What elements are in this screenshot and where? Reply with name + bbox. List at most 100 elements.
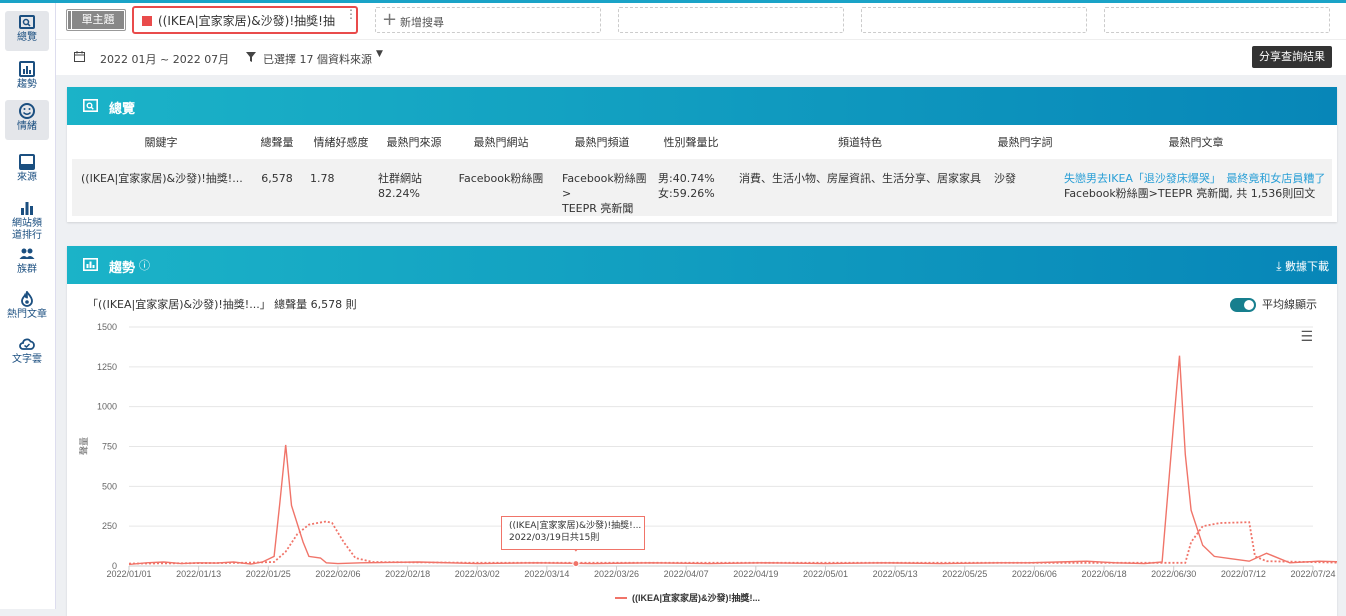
keyword-cell: ((IKEA|宜家家居)&沙發)!抽獎!... — [72, 159, 250, 216]
source-filter[interactable]: 已選擇 17 個資料來源 — [263, 51, 372, 67]
trend-icon — [19, 61, 35, 77]
sidebar-item-sentiment[interactable]: 情緒 — [5, 100, 49, 140]
table-header-row: 關鍵字 總聲量 情緒好感度 最熱門來源 最熱門網站 最熱門頻道 性別聲量比 頻道… — [72, 125, 1332, 159]
top-source-cell: 社群網站 82.24% — [378, 159, 450, 216]
series-color-swatch — [142, 16, 152, 26]
x-tick-label: 2022/03/02 — [455, 569, 500, 579]
query-tab[interactable]: ((IKEA|宜家家居)&沙發)!抽獎!抽 ⋮ — [132, 6, 358, 34]
male-ratio: 男:40.74% — [658, 172, 715, 185]
empty-search-slot[interactable] — [1104, 7, 1330, 33]
word-cloud-icon — [19, 338, 35, 350]
toggle-switch[interactable] — [1230, 298, 1256, 312]
date-range[interactable]: 2022 01月 ~ 2022 07月 — [100, 51, 229, 67]
mode-toggle[interactable]: 單主題 — [66, 9, 126, 31]
sidebar-item-label: 熱門文章 — [7, 309, 47, 320]
calendar-icon — [74, 51, 85, 62]
column-header: 最熱門網站 — [473, 136, 529, 149]
trend-panel: 趨勢 ⓘ ⤓ 數據下載 「((IKEA|宜家家居)&沙發)!抽獎!...」 總聲… — [67, 246, 1337, 616]
sidebar-item-label: 族群 — [17, 264, 37, 275]
x-tick-label: 2022/05/13 — [873, 569, 918, 579]
sidebar-item-ranking[interactable]: 網站頻道排行 — [5, 197, 49, 243]
x-tick-label: 2022/05/01 — [803, 569, 848, 579]
x-tick-label: 2022/04/07 — [664, 569, 709, 579]
filter-icon — [246, 52, 256, 62]
chevron-down-icon[interactable]: ▼ — [376, 49, 383, 59]
x-tick-label: 2022/07/12 — [1221, 569, 1266, 579]
source-icon — [19, 154, 35, 170]
overview-header: 總覽 — [67, 87, 1337, 125]
sentiment-icon — [19, 103, 35, 119]
column-header: 最熱門文章 — [1168, 136, 1224, 149]
top-channel-cell: Facebook粉絲團> TEEPR 亮新聞 — [552, 159, 652, 216]
sentiment-cell: 1.78 — [304, 159, 378, 216]
sidebar-item-group[interactable]: 族群 — [5, 243, 49, 283]
x-tick-label: 2022/02/06 — [315, 569, 360, 579]
x-tick-label: 2022/01/25 — [246, 569, 291, 579]
trend-icon — [83, 258, 98, 271]
sidebar: 總覽 趨勢 情緒 來源 網站頻道排行 族群 熱門文章 文字雲 — [0, 3, 56, 609]
female-ratio: 女:59.26% — [658, 187, 715, 200]
x-tick-label: 2022/06/06 — [1012, 569, 1057, 579]
data-download-button[interactable]: ⤓ 數據下載 — [1276, 258, 1329, 274]
download-label: 數據下載 — [1285, 260, 1329, 273]
y-tick-label: 1250 — [97, 362, 117, 372]
sidebar-item-word-cloud[interactable]: 文字雲 — [5, 333, 49, 373]
y-tick-label: 1000 — [97, 402, 117, 412]
table-row: ((IKEA|宜家家居)&沙發)!抽獎!... 6,578 1.78 社群網站 8… — [72, 159, 1332, 216]
info-icon[interactable]: ⓘ — [139, 257, 150, 273]
x-tick-label: 2022/02/18 — [385, 569, 430, 579]
tooltip-title: ((IKEA|宜家家居)&沙發)!抽獎!... — [509, 521, 642, 531]
chart-title: 「((IKEA|宜家家居)&沙發)!抽獎!...」 總聲量 6,578 則 — [87, 298, 357, 311]
query-bar: 單主題 ((IKEA|宜家家居)&沙發)!抽獎!抽 ⋮ + 新增搜尋 — [56, 3, 1346, 39]
y-tick-label: 500 — [102, 481, 117, 491]
column-header: 性別聲量比 — [663, 136, 719, 149]
empty-search-slot[interactable] — [861, 7, 1087, 33]
y-tick-label: 750 — [102, 442, 117, 452]
column-header: 最熱門頻道 — [574, 136, 630, 149]
sidebar-item-label: 總覽 — [17, 32, 37, 43]
overview-icon — [19, 15, 35, 29]
top-site-cell: Facebook粉絲團 — [450, 159, 552, 216]
group-icon — [19, 248, 35, 259]
toggle-knob — [68, 11, 71, 29]
source-share: 82.24% — [378, 187, 420, 200]
mode-label: 單主題 — [72, 11, 124, 29]
plus-icon: + — [382, 9, 398, 30]
overview-table: 關鍵字 總聲量 情緒好感度 最熱門來源 最熱門網站 最熱門頻道 性別聲量比 頻道… — [72, 125, 1332, 216]
share-results-button[interactable]: 分享查詢結果 — [1252, 46, 1332, 68]
sidebar-item-source[interactable]: 來源 — [5, 151, 49, 191]
channel-feature-cell: 消費、生活小物、房屋資訊、生活分享、居家家具 — [730, 159, 990, 216]
more-vertical-icon[interactable]: ⋮ — [345, 8, 357, 20]
sidebar-item-label: 來源 — [17, 172, 37, 183]
hovered-point — [572, 560, 580, 568]
top-word-cell: 沙發 — [990, 159, 1060, 216]
top-article-link[interactable]: 失戀男去IKEA「退沙發床爆哭」 最終竟和女店員糟了 — [1064, 172, 1325, 185]
sidebar-item-label: 趨勢 — [17, 79, 37, 90]
filter-bar: 2022 01月 ~ 2022 07月 已選擇 17 個資料來源 ▼ 分享查詢結… — [56, 39, 1346, 75]
x-tick-label: 2022/05/25 — [942, 569, 987, 579]
x-tick-label: 2022/06/30 — [1151, 569, 1196, 579]
overview-icon — [83, 99, 98, 112]
legend-label: ((IKEA|宜家家居)&沙發)!抽獎!... — [632, 592, 760, 603]
add-search-slot[interactable]: + 新增搜尋 — [375, 7, 601, 33]
x-tick-label: 2022/04/19 — [733, 569, 778, 579]
gender-ratio-cell: 男:40.74% 女:59.26% — [652, 159, 730, 216]
add-search-label: 新增搜尋 — [400, 16, 444, 29]
channel-parent: Facebook粉絲團> — [562, 172, 647, 200]
empty-search-slot[interactable] — [618, 7, 844, 33]
sidebar-item-trend[interactable]: 趨勢 — [5, 58, 49, 98]
channel-name: TEEPR 亮新聞 — [562, 202, 634, 215]
average-line-toggle[interactable]: 平均線顯示 — [1230, 296, 1317, 312]
y-tick-label: 250 — [102, 521, 117, 531]
x-tick-label: 2022/03/14 — [524, 569, 569, 579]
panel-title: 總覽 — [109, 102, 136, 117]
sidebar-item-hot-article[interactable]: 熱門文章 — [5, 288, 49, 328]
ranking-icon — [21, 202, 33, 215]
trend-header: 趨勢 ⓘ ⤓ 數據下載 — [67, 246, 1337, 284]
sidebar-item-overview[interactable]: 總覽 — [5, 11, 49, 51]
hot-article-icon — [21, 291, 33, 307]
column-header: 總聲量 — [260, 136, 294, 149]
tooltip-body: 2022/03/19日共15則 — [509, 533, 600, 543]
chart-tooltip: ((IKEA|宜家家居)&沙發)!抽獎!... 2022/03/19日共15則 — [501, 516, 645, 550]
column-header: 情緒好感度 — [313, 136, 369, 149]
